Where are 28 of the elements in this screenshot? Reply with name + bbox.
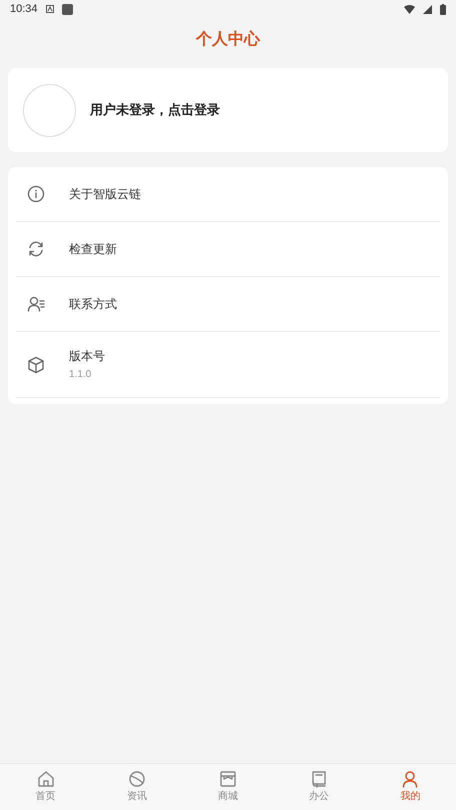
avatar xyxy=(23,84,76,136)
menu-label: 联系方式 xyxy=(69,296,117,313)
notification-icon xyxy=(46,5,54,13)
refresh-icon xyxy=(27,240,45,258)
person-icon xyxy=(401,770,420,788)
menu-item[interactable]: 关于智版云链 xyxy=(16,167,440,222)
menu-item[interactable]: 检查更新 xyxy=(16,222,440,277)
status-time: 10:34 xyxy=(10,2,38,17)
menu-label: 版本号 xyxy=(69,348,105,365)
cube-icon xyxy=(27,356,45,374)
menu-item[interactable]: 版本号 1.1.0 xyxy=(16,332,440,398)
info-icon xyxy=(27,185,45,203)
book-icon xyxy=(310,770,328,788)
menu-label: 关于智版云链 xyxy=(69,186,141,203)
login-card[interactable]: 用户未登录，点击登录 xyxy=(8,68,448,152)
battery-icon xyxy=(440,4,446,14)
version-number: 1.1.0 xyxy=(69,368,92,382)
wifi-icon xyxy=(404,4,415,14)
login-prompt: 用户未登录，点击登录 xyxy=(90,101,220,120)
tab[interactable]: 我的 xyxy=(364,764,456,810)
notification-icon xyxy=(62,4,73,14)
page-title: 个人中心 xyxy=(196,29,260,50)
home-icon xyxy=(36,770,55,788)
contact-icon xyxy=(27,295,45,313)
menu-item[interactable]: 联系方式 xyxy=(16,277,440,332)
menu-label: 检查更新 xyxy=(69,241,117,258)
signal-icon xyxy=(423,4,432,14)
store-icon xyxy=(219,770,237,788)
